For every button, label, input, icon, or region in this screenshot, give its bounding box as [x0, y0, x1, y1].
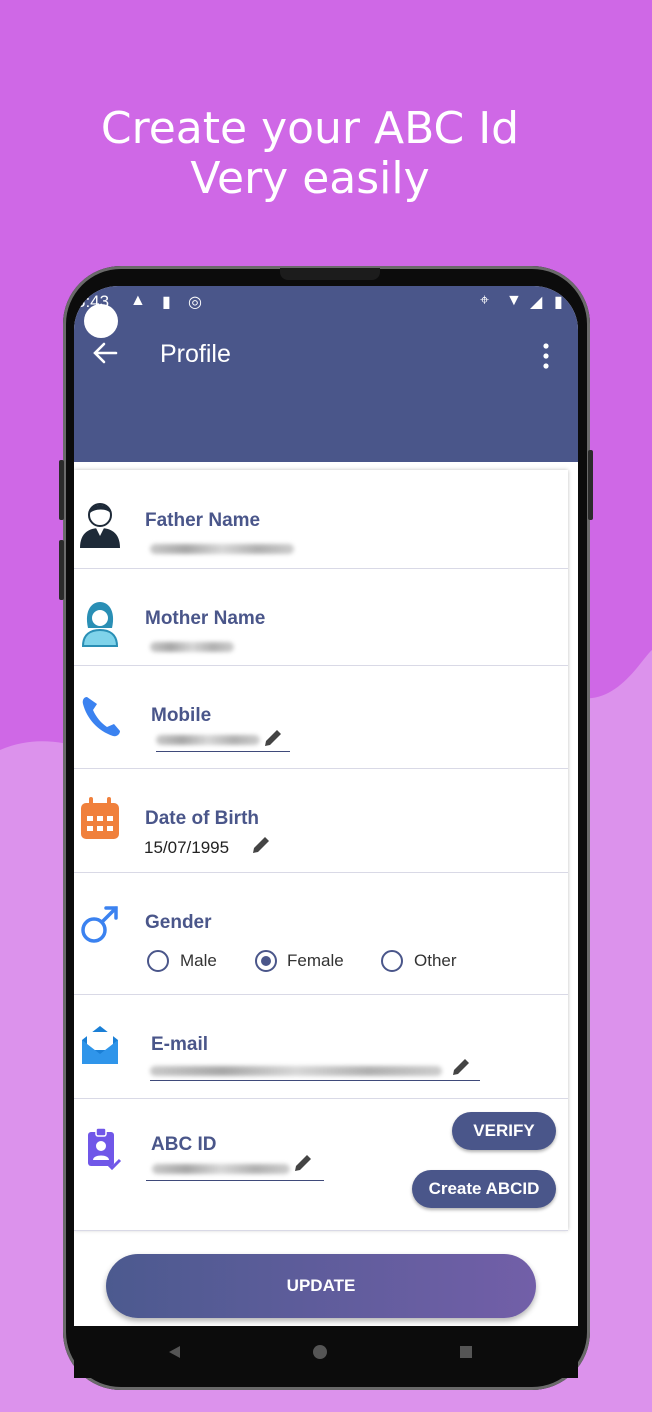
father-name-label: Father Name [145, 510, 261, 531]
edit-mobile-pencil-icon[interactable] [262, 727, 284, 749]
update-button[interactable]: UPDATE [106, 1254, 536, 1318]
email-row: E-mail [74, 994, 568, 1099]
gender-radio-other[interactable] [381, 950, 403, 972]
signal-icon: ◢ [530, 294, 543, 311]
mobile-label: Mobile [151, 705, 212, 726]
id-badge-icon [88, 1127, 122, 1171]
edit-email-pencil-icon[interactable] [450, 1056, 472, 1078]
dob-row: Date of Birth 15/07/1995 [74, 768, 568, 873]
abc-id-input-underline [146, 1180, 324, 1181]
father-name-row: Father Name [74, 470, 568, 569]
mobile-value [156, 735, 260, 745]
email-envelope-icon [82, 1026, 118, 1064]
headline-line-2: Very easily [190, 153, 430, 204]
abc-id-row: ABC ID VERIFY Create ABCID [74, 1098, 568, 1231]
battery-icon: ▮ [554, 294, 563, 311]
dob-value: 15/07/1995 [144, 838, 230, 857]
phone-icon [82, 697, 120, 737]
abc-id-label: ABC ID [151, 1134, 217, 1155]
mother-name-row: Mother Name [74, 568, 568, 666]
mobile-row: Mobile [74, 665, 568, 769]
wifi-icon: ▼ [506, 292, 522, 309]
edit-abc-id-pencil-icon[interactable] [292, 1152, 314, 1174]
nav-back-icon[interactable] [166, 1344, 182, 1360]
headline-line-1: Create your ABC Id [100, 103, 520, 154]
gender-option-male[interactable]: Male [180, 951, 217, 971]
camera-cutout [84, 304, 118, 338]
warning-icon: ▲ [130, 292, 146, 309]
nav-recents-icon[interactable] [458, 1344, 474, 1360]
dob-label: Date of Birth [145, 808, 259, 829]
gender-radio-male[interactable] [147, 950, 169, 972]
calendar-icon [81, 797, 119, 839]
nav-home-icon[interactable] [312, 1344, 328, 1360]
app-bar: 3:43 ▲ ▮ ◎ ⌖ ▼ ◢ ▮ Profile [74, 286, 578, 462]
profile-card: Father Name Mother Name Mobile Date of B… [74, 470, 568, 1231]
phone-side-button [588, 450, 593, 520]
gender-option-female[interactable]: Female [287, 951, 344, 971]
male-gender-icon [81, 906, 118, 943]
create-abcid-button[interactable]: Create ABCID [412, 1170, 556, 1208]
gender-option-other[interactable]: Other [414, 951, 457, 971]
gender-radio-female[interactable] [255, 950, 277, 972]
sim-card-icon: ▮ [162, 294, 171, 311]
verify-button[interactable]: VERIFY [452, 1112, 556, 1150]
email-input-underline [150, 1080, 480, 1081]
more-options-icon[interactable] [536, 342, 556, 370]
gender-label: Gender [145, 912, 212, 933]
mother-name-value [150, 642, 234, 652]
back-arrow-icon[interactable] [90, 338, 120, 368]
gender-row: Gender Male Female Other [74, 872, 568, 995]
father-name-value [150, 544, 294, 554]
phone-side-button [59, 540, 64, 600]
father-avatar-icon [80, 503, 120, 548]
email-value [150, 1066, 442, 1076]
status-bar: 3:43 ▲ ▮ ◎ ⌖ ▼ ◢ ▮ [74, 286, 578, 320]
promo-headline: Create your ABC Id Very easily [0, 104, 620, 204]
mother-avatar-icon [81, 602, 119, 647]
system-nav-bar [74, 1326, 578, 1378]
mobile-input-underline [156, 751, 290, 752]
page-title: Profile [160, 340, 231, 368]
sync-icon: ◎ [188, 294, 202, 311]
email-label: E-mail [151, 1034, 209, 1055]
app-screen: 3:43 ▲ ▮ ◎ ⌖ ▼ ◢ ▮ Profile Father Name M… [74, 286, 578, 1326]
phone-side-button [59, 460, 64, 520]
edit-dob-pencil-icon[interactable] [250, 834, 272, 856]
location-icon: ⌖ [480, 292, 490, 309]
phone-speaker [280, 268, 380, 280]
abc-id-value [152, 1164, 290, 1174]
mother-name-label: Mother Name [145, 608, 266, 629]
